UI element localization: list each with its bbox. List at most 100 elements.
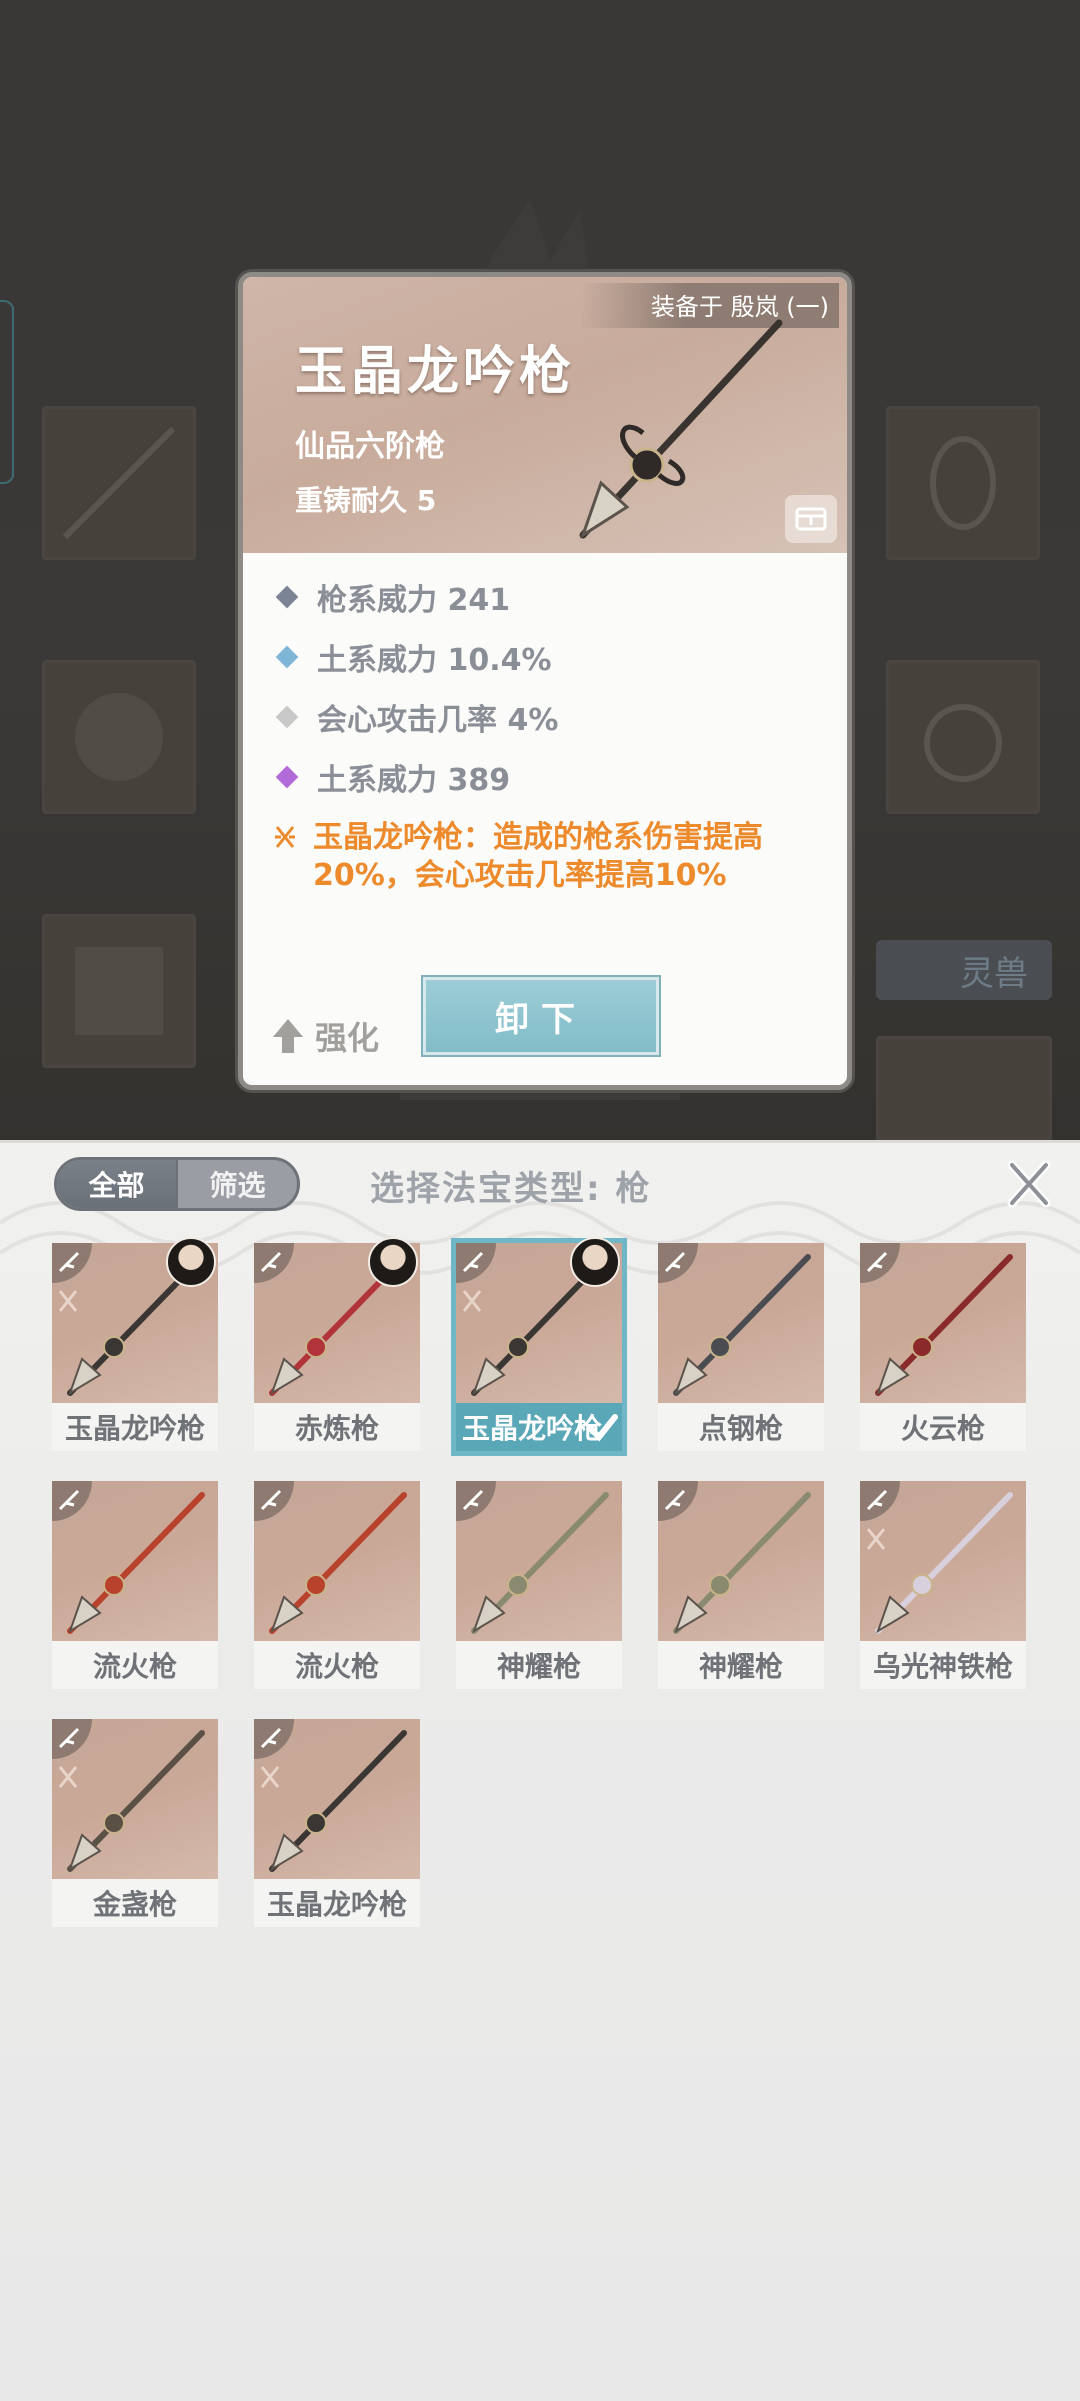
item-card[interactable]: 火云枪 [860,1243,1026,1451]
item-name: 赤炼枪 [254,1403,420,1451]
grade-corner-icon [658,1481,698,1521]
stat-text: 会心攻击几率 4% [317,703,559,738]
stat-line: 会心攻击几率 4% [269,695,558,739]
grade-corner-icon [860,1481,900,1521]
stat-line: 土系威力 10.4% [269,635,552,679]
item-art [52,1719,218,1879]
side-tab[interactable] [0,300,14,484]
grade-corner-icon [658,1243,698,1283]
grade-corner-icon [456,1243,496,1283]
item-name: 神耀枪 [658,1641,824,1689]
stat-text: 土系威力 389 [317,763,511,798]
item-name: 流火枪 [254,1641,420,1689]
item-card[interactable]: 神耀枪 [658,1481,824,1689]
item-art [456,1237,622,1403]
item-card[interactable]: 玉晶龙吟枪 [451,1237,627,1456]
lock-button[interactable] [785,495,837,543]
item-art [860,1243,1026,1403]
item-card[interactable]: 玉晶龙吟枪 [254,1719,420,1927]
diamond-icon [275,765,299,789]
upgrade-arrow-icon [273,1019,303,1053]
item-name: 火云枪 [860,1403,1026,1451]
filter-screen-tab[interactable]: 筛选 [176,1160,297,1208]
special-effect-text: 玉晶龙吟枪：造成的枪系伤害提高20%，会心攻击几率提高10% [313,820,763,893]
unequip-label: 卸下 [495,999,587,1040]
filter-all-label: 全部 [88,1169,145,1202]
special-effect-icon [462,1290,482,1312]
special-effect-icon [866,1528,886,1550]
spirit-beast-slot[interactable] [876,1036,1052,1142]
item-name: 金盏枪 [52,1879,218,1927]
grade-corner-icon [456,1481,496,1521]
item-name: 神耀枪 [456,1641,622,1689]
avatar [570,1237,620,1287]
item-art [456,1481,622,1641]
item-card[interactable]: 流火枪 [52,1481,218,1689]
lock-icon [795,507,827,531]
unequip-button[interactable]: 卸下 [423,977,659,1055]
item-name: 乌光神铁枪 [860,1641,1026,1689]
special-effect-icon [275,826,295,848]
checkmark-icon [587,1414,618,1442]
item-art [658,1243,824,1403]
grade-corner-icon [52,1719,92,1759]
special-effect-icon [58,1766,78,1788]
equipment-slot-accessory[interactable] [42,914,196,1068]
item-card[interactable]: 乌光神铁枪 [860,1481,1026,1689]
grade-corner-icon [52,1243,92,1283]
item-art [52,1237,218,1403]
item-art [254,1237,420,1403]
item-name: 流火枪 [52,1641,218,1689]
special-effect-icon [58,1290,78,1312]
grade-corner-icon [860,1243,900,1283]
item-detail-header: 装备于 殷岚 (一) 玉晶龙吟枪 仙品六阶枪 重铸耐久 5 [243,277,847,553]
item-art [860,1481,1026,1641]
grade-corner-icon [52,1481,92,1521]
grade-corner-icon [254,1243,294,1283]
item-card[interactable]: 玉晶龙吟枪 [52,1237,218,1451]
stat-line: 枪系威力 241 [269,575,510,619]
equipment-slot-pendant[interactable] [886,660,1040,814]
diamond-icon [275,645,299,669]
item-detail-card: 装备于 殷岚 (一) 玉晶龙吟枪 仙品六阶枪 重铸耐久 5 枪系威力 241 土… [238,272,852,1090]
avatar [166,1237,216,1287]
item-name: 玉晶龙吟枪 [254,1879,420,1927]
grade-corner-icon [254,1719,294,1759]
stat-text: 土系威力 10.4% [317,643,552,678]
item-reforge-durability: 重铸耐久 5 [295,484,437,517]
stat-line: 土系威力 389 [269,755,510,799]
item-title: 玉晶龙吟枪 [295,341,576,402]
diamond-icon [275,585,299,609]
item-card[interactable]: 神耀枪 [456,1481,622,1689]
equipment-slot-ring[interactable] [886,406,1040,560]
item-select-panel: 全部 筛选 选择法宝类型: 枪 玉晶龙吟枪 赤炼枪 玉晶龙吟枪 点钢枪 火云枪 流火枪 流火… [0,1140,1080,2401]
item-name: 点钢枪 [658,1403,824,1451]
item-card[interactable]: 点钢枪 [658,1243,824,1451]
item-art [658,1481,824,1641]
filter-all-tab[interactable]: 全部 [57,1160,176,1208]
grade-corner-icon [254,1481,294,1521]
equipment-slot-armor[interactable] [42,660,196,814]
item-card[interactable]: 流火枪 [254,1481,420,1689]
item-art [254,1719,420,1879]
item-card[interactable]: 赤炼枪 [254,1237,420,1451]
equipment-slot-weapon[interactable] [42,406,196,560]
avatar [368,1237,418,1287]
panel-title: 选择法宝类型: 枪 [370,1169,652,1209]
upgrade-button[interactable]: 强化 [271,1013,379,1059]
special-effect-icon [260,1766,280,1788]
spirit-beast-label: 灵兽 [960,953,1028,994]
spear-icon [579,319,783,539]
close-icon[interactable] [1004,1159,1054,1209]
special-effect: 玉晶龙吟枪：造成的枪系伤害提高20%，会心攻击几率提高10% [269,819,829,895]
stat-text: 枪系威力 241 [317,583,511,618]
filter-screen-label: 筛选 [209,1169,266,1202]
item-grade: 仙品六阶枪 [295,429,445,464]
spirit-beast-tab[interactable]: 灵兽 [876,940,1052,1000]
item-name: 玉晶龙吟枪 [52,1403,218,1451]
item-card[interactable]: 金盏枪 [52,1719,218,1927]
diamond-icon [275,705,299,729]
item-art [52,1481,218,1641]
filter-toggle: 全部 筛选 [54,1157,300,1211]
upgrade-label: 强化 [315,1019,380,1057]
